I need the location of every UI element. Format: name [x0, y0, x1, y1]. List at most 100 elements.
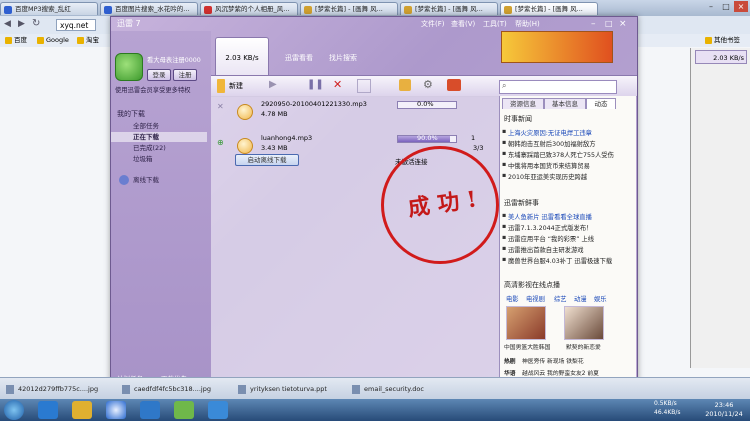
task-name: luanhong4.mp3 — [261, 134, 313, 142]
minimize-icon[interactable]: – — [591, 17, 596, 31]
xunlei-news-item[interactable]: 迅雷7.1.3.2044正式版发布！ — [502, 223, 592, 232]
download-item[interactable]: caedfdf4fc5bc318....jpg — [120, 382, 211, 396]
back-icon[interactable]: ◀ — [4, 19, 11, 29]
browser-tab[interactable]: [梦紫长篇] - [画舞 风... — [300, 2, 398, 15]
site-favicon-icon — [404, 6, 412, 14]
reload-icon[interactable]: ↻ — [32, 18, 40, 29]
folder-icon[interactable] — [399, 79, 411, 91]
search-input[interactable]: ⌕ — [499, 80, 617, 94]
new-task-icon[interactable] — [217, 79, 225, 93]
start-button[interactable] — [4, 400, 24, 420]
xunlei-news-item[interactable]: 魔兽世界台服4.03补丁 迅雷极速下载 — [502, 256, 612, 265]
explorer-icon[interactable] — [72, 401, 92, 419]
video-thumbnail[interactable] — [564, 306, 604, 340]
member-promo[interactable]: 使用迅雷会员享受更多特权 — [115, 85, 191, 94]
other-bookmarks[interactable]: 其他书签 — [704, 34, 740, 47]
task-row[interactable]: ✕ 2920950-20100401221330.mp3 4.78 MB 0.0… — [211, 98, 499, 132]
browser-tab[interactable]: 风沉梦紫的个人相册_风... — [200, 2, 298, 15]
task-progress-text: 90.0% — [417, 134, 438, 142]
news-item[interactable]: 2010年亚运美实现历史跨越 — [502, 172, 587, 181]
user-box: 看大母表注册0000 登录 注册 使用迅雷会员享受更多特权 — [115, 51, 207, 95]
hot-row-items[interactable]: 越战风云 我的野蛮女友2 前夏 — [522, 368, 599, 377]
xunlei-news-item[interactable]: 美人鱼新片 迅雷看看全球直播 — [502, 212, 592, 221]
maximize-icon[interactable]: □ — [719, 1, 733, 12]
browser-tab[interactable]: 百度图片搜索_水花吟的... — [100, 2, 198, 15]
minimize-icon[interactable]: – — [704, 1, 718, 12]
news-item[interactable]: 上海火灾原因:无证电焊工违章 — [502, 128, 592, 137]
download-item[interactable]: email_security.doc — [350, 382, 424, 396]
menu-file[interactable]: 文件(F) — [421, 17, 445, 31]
forward-icon[interactable]: ▶ — [18, 19, 25, 29]
video-tab[interactable]: 动漫 — [574, 294, 587, 303]
xunlei-news-item[interactable]: 迅雷应用平台 “我的彩票” 上线 — [502, 234, 594, 243]
task-size: 3.43 MB — [261, 144, 288, 152]
nav-trash[interactable]: 垃圾箱 — [111, 154, 207, 164]
register-button[interactable]: 注册 — [173, 69, 197, 81]
share-icon[interactable] — [447, 79, 461, 91]
menu-help[interactable]: 帮助(H) — [515, 17, 540, 31]
nav-downloading[interactable]: 正在下载 — [111, 132, 207, 142]
menu-view[interactable]: 查看(V) — [451, 17, 475, 31]
paused-icon: ✕ — [217, 102, 224, 111]
thunder-icon[interactable] — [174, 401, 194, 419]
new-task-button[interactable]: 新建 — [229, 81, 243, 91]
bookmark-item[interactable]: 百度 — [4, 34, 27, 47]
tab-dynamics[interactable]: 动态 — [586, 98, 616, 109]
bookmark-item[interactable]: 淘宝 — [76, 34, 99, 47]
tab-kankan[interactable]: 迅雷看看 — [285, 53, 313, 63]
thunder-window: 迅雷 7 文件(F) 查看(V) 工具(T) 帮助(H) – □ × 看大母表注… — [110, 16, 638, 386]
video-thumbnail[interactable] — [506, 306, 546, 340]
clock-date: 2010/11/24 — [705, 410, 743, 418]
task-size: 4.78 MB — [261, 110, 288, 118]
pause-icon[interactable]: ❚❚ — [307, 79, 324, 90]
ie-icon[interactable] — [38, 401, 58, 419]
clock-time: 23:46 — [714, 401, 734, 409]
news-item[interactable]: 朝韩炮击互射后300加福射敌方 — [502, 139, 596, 148]
menu-tools[interactable]: 工具(T) — [483, 17, 507, 31]
delete-icon[interactable]: ✕ — [333, 78, 342, 91]
video-tab[interactable]: 综艺 — [554, 294, 567, 303]
word-icon[interactable] — [140, 401, 160, 419]
start-icon[interactable]: ▶ — [269, 79, 277, 90]
browser-tab-active[interactable]: [梦紫长篇] - [画舞 风... — [500, 2, 598, 15]
avatar[interactable] — [115, 53, 143, 81]
xunlei-news-item[interactable]: 迅雷推出首款自主研发游戏 — [502, 245, 584, 254]
browser-tab[interactable]: [梦紫长篇] - [画舞 风... — [400, 2, 498, 15]
video-tab[interactable]: 电视剧 — [526, 294, 545, 303]
video-tab[interactable]: 娱乐 — [594, 294, 607, 303]
task-avatar-icon — [237, 104, 253, 120]
open-icon[interactable] — [357, 79, 371, 93]
clock[interactable]: 23:46 2010/11/24 — [704, 401, 744, 419]
nav-all-tasks[interactable]: 全部任务 — [111, 121, 207, 131]
close-icon[interactable]: × — [734, 1, 748, 12]
app-icon[interactable] — [208, 401, 228, 419]
settings-icon[interactable]: ⚙ — [423, 78, 433, 91]
taskbar: 0.5KB/s 46.4KB/s 23:46 2010/11/24 — [0, 399, 750, 421]
start-offline-download-button[interactable]: 启动离线下载 — [235, 154, 299, 166]
close-icon[interactable]: × — [619, 17, 627, 31]
maximize-icon[interactable]: □ — [605, 17, 613, 31]
news-item[interactable]: 东埔寨踩踏已致378人死亡755人受伤 — [502, 150, 614, 159]
nav-completed[interactable]: 已完成(22) — [111, 143, 207, 153]
url-input[interactable]: xyq.net — [56, 19, 96, 31]
video-tab[interactable]: 电影 — [506, 294, 519, 303]
download-shelf: 42012d279ffb775c....jpg caedfdf4fc5bc318… — [0, 377, 750, 400]
video-caption[interactable]: 中国男篮大胜韩国 — [504, 342, 550, 351]
offline-icon — [119, 175, 129, 185]
download-item[interactable]: yrityksen tietoturva.ppt — [236, 382, 327, 396]
news-item[interactable]: 中俄将用本国货币来结算贸易 — [502, 161, 590, 170]
site-favicon-icon — [504, 6, 512, 14]
video-caption[interactable]: 默契的新恋爱 — [566, 342, 601, 351]
browser-tab[interactable]: 百度MP3搜索_乱红 — [0, 2, 98, 15]
bookmark-item[interactable]: Google — [36, 34, 69, 47]
tab-search[interactable]: 找片搜索 — [329, 53, 357, 63]
search-icon: ⌕ — [502, 81, 507, 90]
site-favicon-icon — [204, 6, 212, 14]
login-button[interactable]: 登录 — [147, 69, 171, 81]
task-avatar-icon — [237, 138, 253, 154]
tab-basic-info[interactable]: 基本信息 — [544, 98, 586, 109]
hot-row-items[interactable]: 神医旁传 新现场 铁梨花 — [522, 356, 584, 365]
download-item[interactable]: 42012d279ffb775c....jpg — [4, 382, 98, 396]
chrome-icon[interactable] — [106, 401, 126, 419]
tab-resource-info[interactable]: 资源信息 — [502, 98, 544, 109]
